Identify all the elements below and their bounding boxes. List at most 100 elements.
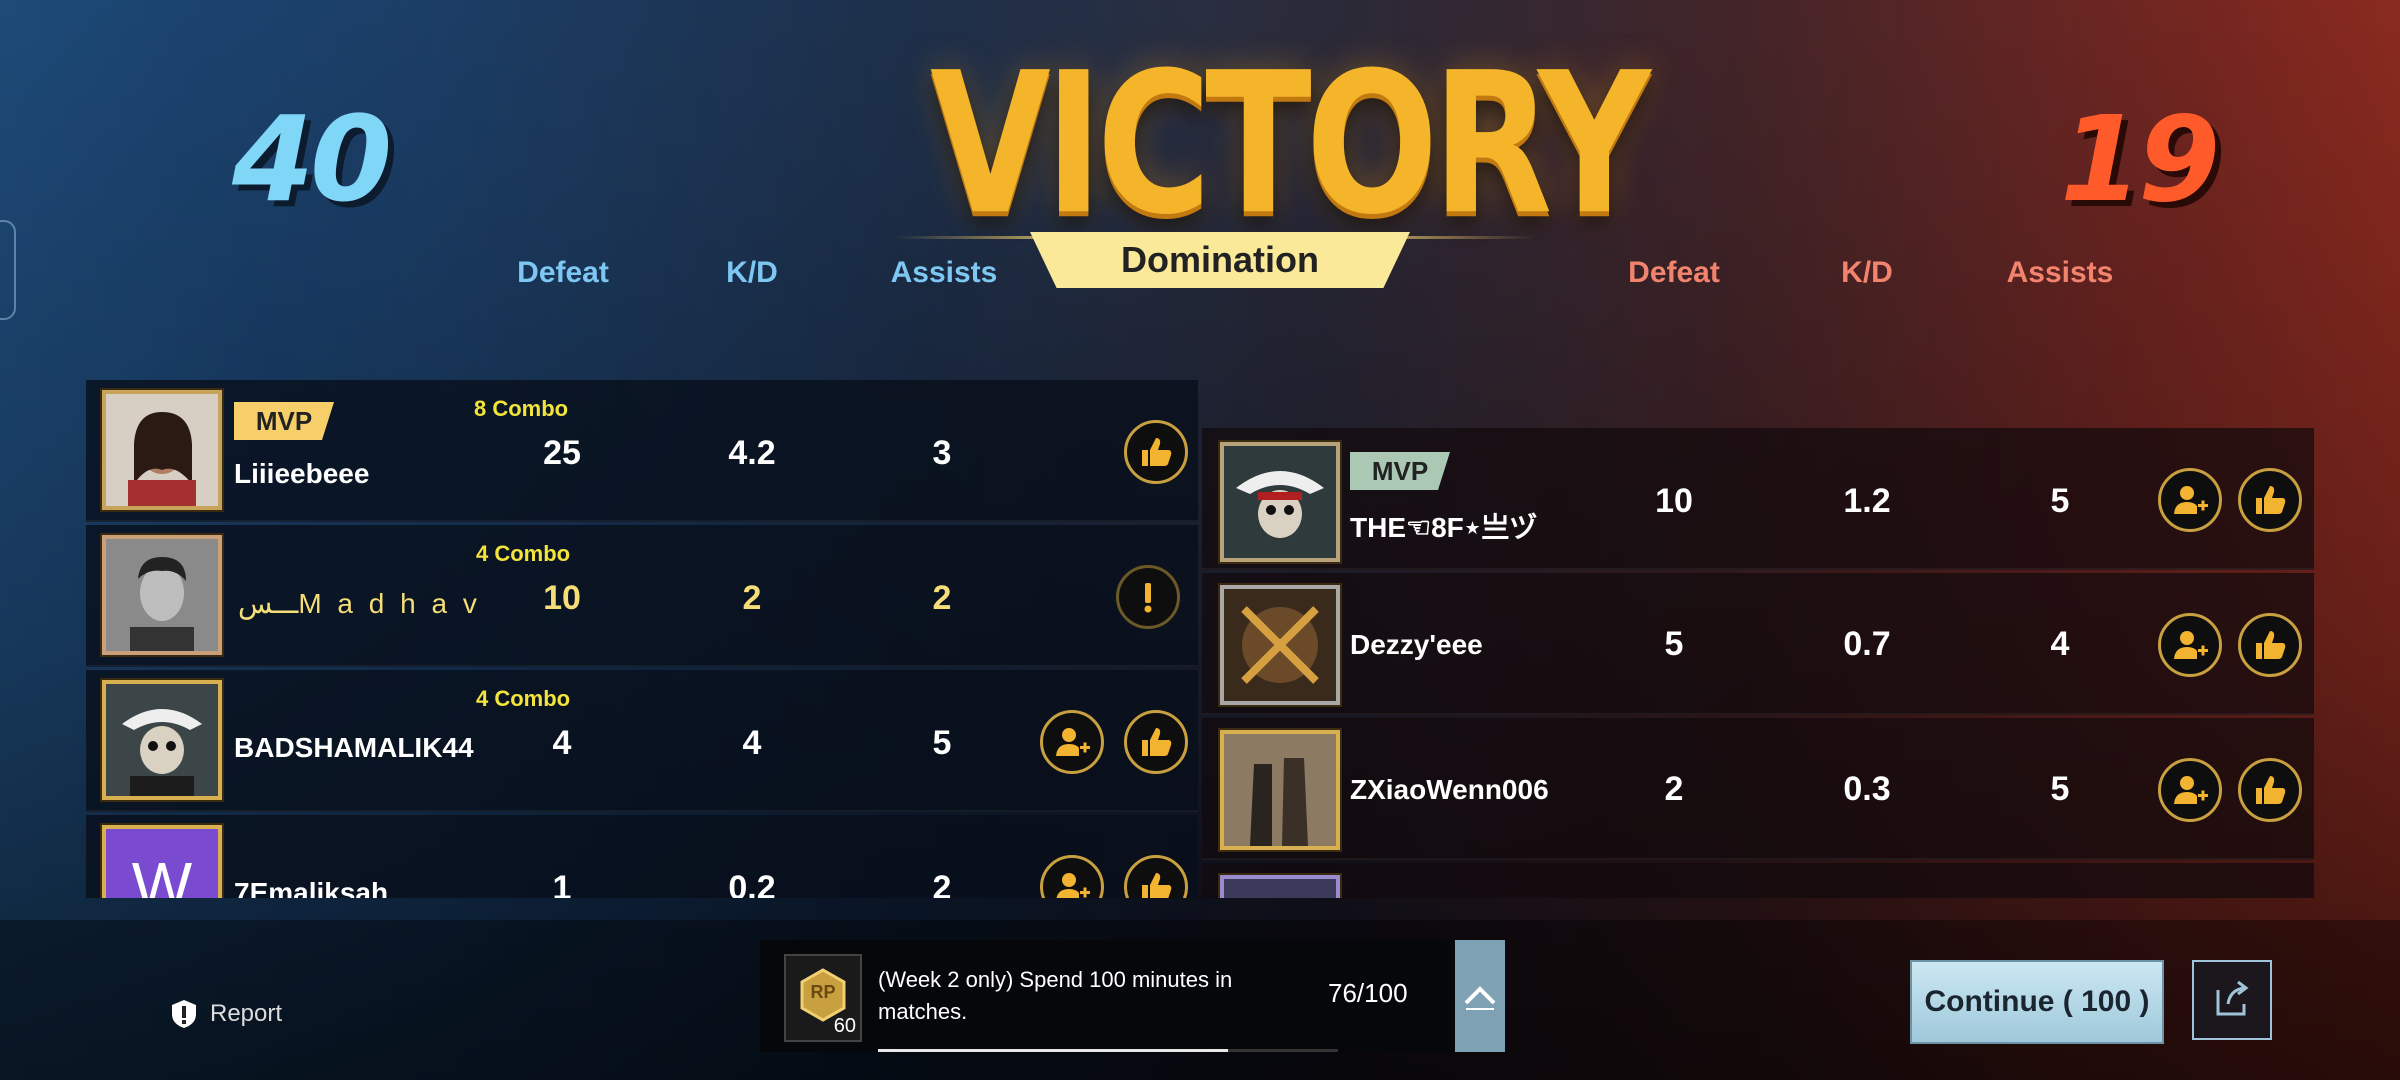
mission-progress-track bbox=[878, 1049, 1338, 1052]
player-name: 7Emaliksah bbox=[234, 877, 389, 898]
portrait-image bbox=[106, 539, 218, 651]
victory-title: VICTORY bbox=[930, 30, 1651, 258]
stat-assists: 4 bbox=[2050, 625, 2070, 663]
add-friend-icon bbox=[2174, 486, 2208, 514]
share-icon bbox=[2216, 980, 2249, 1016]
player-avatar[interactable] bbox=[1220, 875, 1340, 898]
like-button[interactable] bbox=[1124, 855, 1188, 898]
stat-kd: 1.2 bbox=[1843, 482, 1891, 520]
like-button[interactable] bbox=[2238, 613, 2302, 677]
mission-expand-button[interactable] bbox=[1455, 940, 1505, 1052]
report-label: Report bbox=[210, 1000, 283, 1027]
player-row bbox=[1202, 863, 2314, 898]
stat-defeat: 4 bbox=[552, 724, 572, 762]
player-avatar[interactable] bbox=[102, 535, 222, 655]
warning-button[interactable] bbox=[1116, 565, 1180, 629]
like-button[interactable] bbox=[1124, 420, 1188, 484]
portrait-image bbox=[1224, 589, 1336, 701]
mission-reward-badge: RP bbox=[810, 982, 836, 1002]
left-header-kd: K/D bbox=[726, 256, 778, 289]
right-team-list[interactable]: MVP THE☜8F⋆亗ヅ 10 1.2 5 Dezzy'eee 5 0.7 4 bbox=[1202, 428, 2314, 898]
player-name: ZXiaoWenn006 bbox=[1350, 774, 1549, 805]
player-name: Liiieebeee bbox=[234, 458, 370, 489]
shield-alert-icon bbox=[172, 1000, 196, 1028]
share-button[interactable] bbox=[2192, 960, 2272, 1040]
report-button[interactable]: Report bbox=[168, 998, 282, 1030]
add-friend-icon bbox=[2174, 776, 2208, 804]
add-friend-button[interactable] bbox=[2158, 758, 2222, 822]
mission-progress-fill bbox=[878, 1049, 1228, 1052]
stat-defeat: 25 bbox=[543, 434, 581, 472]
like-icon bbox=[2256, 631, 2286, 659]
combo-label: 4 Combo bbox=[476, 541, 571, 566]
stat-kd: 4.2 bbox=[728, 434, 776, 472]
right-header-defeat: Defeat bbox=[1628, 256, 1720, 289]
stat-defeat: 10 bbox=[1655, 482, 1693, 520]
like-icon bbox=[1142, 728, 1172, 756]
player-name: BADSHAMALIK44 bbox=[234, 732, 474, 763]
player-avatar[interactable] bbox=[102, 680, 222, 800]
add-friend-button[interactable] bbox=[1040, 855, 1104, 898]
like-button[interactable] bbox=[2238, 758, 2302, 822]
player-row: MVP THE☜8F⋆亗ヅ 10 1.2 5 bbox=[1202, 428, 2314, 570]
add-friend-button[interactable] bbox=[2158, 468, 2222, 532]
stat-assists: 5 bbox=[932, 724, 952, 762]
stat-assists: 5 bbox=[2050, 482, 2070, 520]
right-team-score: 19 bbox=[2060, 90, 2220, 228]
side-drawer-tab[interactable] bbox=[0, 220, 16, 320]
mvp-badge: MVP bbox=[1350, 452, 1450, 490]
left-team-list[interactable]: MVP Liiieebeee 8 Combo 25 4.2 3 ـــسM a … bbox=[86, 380, 1198, 898]
mission-reward: RP 60 bbox=[784, 954, 862, 1042]
player-avatar[interactable] bbox=[1220, 442, 1340, 562]
stat-kd: 4 bbox=[742, 724, 762, 762]
add-friend-icon bbox=[2174, 631, 2208, 659]
stat-defeat: 2 bbox=[1664, 770, 1684, 808]
player-avatar[interactable] bbox=[102, 390, 222, 510]
like-button[interactable] bbox=[1124, 710, 1188, 774]
portrait-image bbox=[1224, 734, 1336, 846]
stat-kd: 0.7 bbox=[1843, 625, 1891, 663]
stat-assists: 2 bbox=[932, 579, 952, 617]
left-header-defeat: Defeat bbox=[517, 256, 609, 289]
stat-assists: 3 bbox=[932, 434, 952, 472]
like-icon bbox=[2256, 486, 2286, 514]
player-avatar[interactable]: W bbox=[102, 825, 222, 898]
combo-label: 8 Combo bbox=[474, 396, 569, 421]
player-row: Dezzy'eee 5 0.7 4 bbox=[1202, 573, 2314, 715]
add-friend-button[interactable] bbox=[2158, 613, 2222, 677]
player-row: MVP Liiieebeee 8 Combo 25 4.2 3 bbox=[86, 380, 1198, 522]
player-avatar[interactable] bbox=[1220, 730, 1340, 850]
mission-panel[interactable]: RP 60 (Week 2 only) Spend 100 minutes in… bbox=[760, 940, 1455, 1052]
player-row: W 7Emaliksah 1 0.2 2 bbox=[86, 815, 1198, 898]
combo-label: 4 Combo bbox=[476, 686, 571, 711]
like-icon bbox=[2256, 776, 2286, 804]
stat-defeat: 5 bbox=[1664, 625, 1684, 663]
like-button[interactable] bbox=[2238, 468, 2302, 532]
continue-button[interactable]: Continue ( 100 ) bbox=[1910, 960, 2164, 1044]
mission-reward-count: 60 bbox=[833, 1015, 856, 1037]
mvp-badge: MVP bbox=[234, 402, 334, 440]
stat-kd: 0.3 bbox=[1843, 770, 1891, 808]
add-friend-icon bbox=[1056, 873, 1090, 898]
stat-kd: 2 bbox=[742, 579, 762, 617]
left-header-assists: Assists bbox=[890, 256, 998, 289]
add-friend-icon bbox=[1056, 728, 1090, 756]
avatar-letter: W bbox=[131, 849, 193, 898]
player-avatar[interactable] bbox=[1220, 585, 1340, 705]
right-header-kd: K/D bbox=[1841, 256, 1893, 289]
like-icon bbox=[1142, 438, 1172, 466]
player-name: Dezzy'eee bbox=[1350, 629, 1483, 660]
stat-assists: 5 bbox=[2050, 770, 2070, 808]
like-icon bbox=[1142, 873, 1172, 898]
stat-defeat: 1 bbox=[552, 869, 572, 898]
player-name: THE☜8F⋆亗ヅ bbox=[1350, 512, 1538, 543]
chevron-up-icon bbox=[1464, 986, 1496, 1010]
add-friend-button[interactable] bbox=[1040, 710, 1104, 774]
portrait-image bbox=[1224, 446, 1336, 558]
warning-icon bbox=[1144, 583, 1152, 613]
mission-text: (Week 2 only) Spend 100 minutes in match… bbox=[878, 967, 1233, 1024]
player-name: ـــسM a d h a v bbox=[238, 588, 481, 619]
left-team-score: 40 bbox=[232, 90, 392, 228]
stat-defeat: 10 bbox=[543, 579, 581, 617]
mode-label: Domination bbox=[1121, 239, 1319, 280]
